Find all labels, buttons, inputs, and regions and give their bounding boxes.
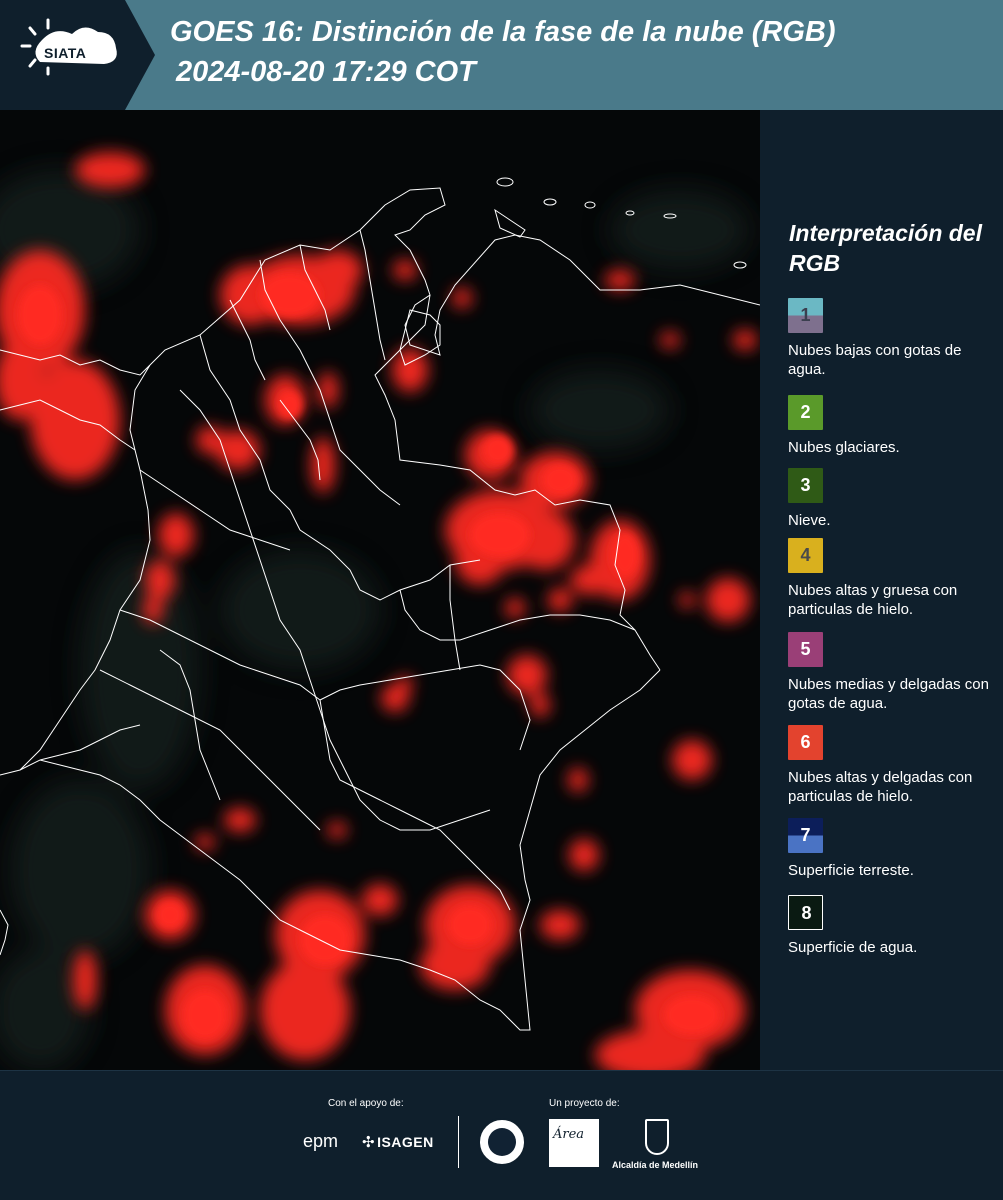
legend-label-4: Nubes altas y gruesa con particulas de h… bbox=[788, 582, 958, 618]
siata-logo[interactable]: SIATA bbox=[0, 0, 155, 110]
legend-item-4: 4 Nubes altas y gruesa con particulas de… bbox=[788, 538, 998, 619]
legend-number-1: 1 bbox=[800, 305, 811, 325]
legend-panel: Interpretación del RGB 1 Nubes bajas con… bbox=[760, 110, 1003, 1070]
logo-text: SIATA bbox=[44, 45, 87, 61]
support-caption: Con el apoyo de: bbox=[328, 1098, 404, 1109]
legend-number-5: 5 bbox=[800, 639, 811, 659]
page-title: GOES 16: Distinción de la fase de la nub… bbox=[170, 16, 836, 48]
legend-label-6: Nubes altas y delgadas con particulas de… bbox=[788, 769, 973, 805]
legend-swatch-5: 5 bbox=[788, 632, 823, 667]
area-logo-text: Área bbox=[553, 1127, 585, 1142]
legend-label-8: Superficie de agua. bbox=[788, 939, 918, 956]
legend-label-2: Nubes glaciares. bbox=[788, 439, 900, 456]
area-metropolitana-logo[interactable]: Área bbox=[549, 1119, 599, 1167]
page-timestamp: 2024-08-20 17:29 COT bbox=[176, 56, 476, 88]
isagen-mark-icon: ✣ bbox=[362, 1134, 376, 1151]
footer-divider bbox=[458, 1116, 459, 1168]
legend-number-3: 3 bbox=[800, 475, 811, 495]
epm-logo[interactable]: epm bbox=[303, 1131, 338, 1152]
isagen-logo-text: ISAGEN bbox=[377, 1134, 434, 1150]
legend-swatch-4: 4 bbox=[788, 538, 823, 573]
map-canvas bbox=[0, 110, 760, 1070]
legend-item-6: 6 Nubes altas y delgadas con particulas … bbox=[788, 725, 998, 806]
legend-number-6: 6 bbox=[800, 732, 811, 752]
legend-title: Interpretación del RGB bbox=[789, 220, 982, 276]
satellite-map[interactable] bbox=[0, 110, 760, 1070]
legend-number-4: 4 bbox=[800, 545, 811, 565]
isagen-logo[interactable]: ✣ ISAGEN bbox=[362, 1133, 434, 1151]
legend-swatch-3: 3 bbox=[788, 468, 823, 503]
header-bar: SIATA GOES 16: Distinción de la fase de … bbox=[0, 0, 1003, 110]
legend-item-1: 1 Nubes bajas con gotas de agua. bbox=[788, 298, 998, 379]
legend-item-5: 5 Nubes medias y delgadas con gotas de a… bbox=[788, 632, 998, 713]
legend-item-8: 8 Superficie de agua. bbox=[788, 895, 998, 957]
legend-swatch-7: 7 bbox=[788, 818, 823, 853]
legend-swatch-6: 6 bbox=[788, 725, 823, 760]
legend-item-7: 7 Superficie terreste. bbox=[788, 818, 998, 880]
footer: Con el apoyo de: Un proyecto de: epm ✣ IS… bbox=[0, 1070, 1003, 1200]
legend-number-8: 8 bbox=[801, 903, 812, 923]
legend-label-7: Superficie terreste. bbox=[788, 862, 914, 879]
legend-label-3: Nieve. bbox=[788, 512, 831, 529]
legend-swatch-2: 2 bbox=[788, 395, 823, 430]
legend-swatch-1: 1 bbox=[788, 298, 823, 333]
alcaldia-logo-text[interactable]: Alcaldía de Medellín bbox=[612, 1160, 698, 1170]
legend-label-1: Nubes bajas con gotas de agua. bbox=[788, 342, 962, 378]
legend-number-7: 7 bbox=[800, 825, 811, 845]
project-caption: Un proyecto de: bbox=[549, 1098, 620, 1109]
legend-item-3: 3 Nieve. bbox=[788, 468, 998, 530]
university-seal-icon[interactable] bbox=[478, 1118, 526, 1166]
alcaldia-shield-icon[interactable] bbox=[645, 1119, 669, 1155]
legend-item-2: 2 Nubes glaciares. bbox=[788, 395, 998, 457]
legend-number-2: 2 bbox=[800, 402, 811, 422]
legend-label-5: Nubes medias y delgadas con gotas de agu… bbox=[788, 676, 989, 712]
legend-swatch-8: 8 bbox=[788, 895, 823, 930]
